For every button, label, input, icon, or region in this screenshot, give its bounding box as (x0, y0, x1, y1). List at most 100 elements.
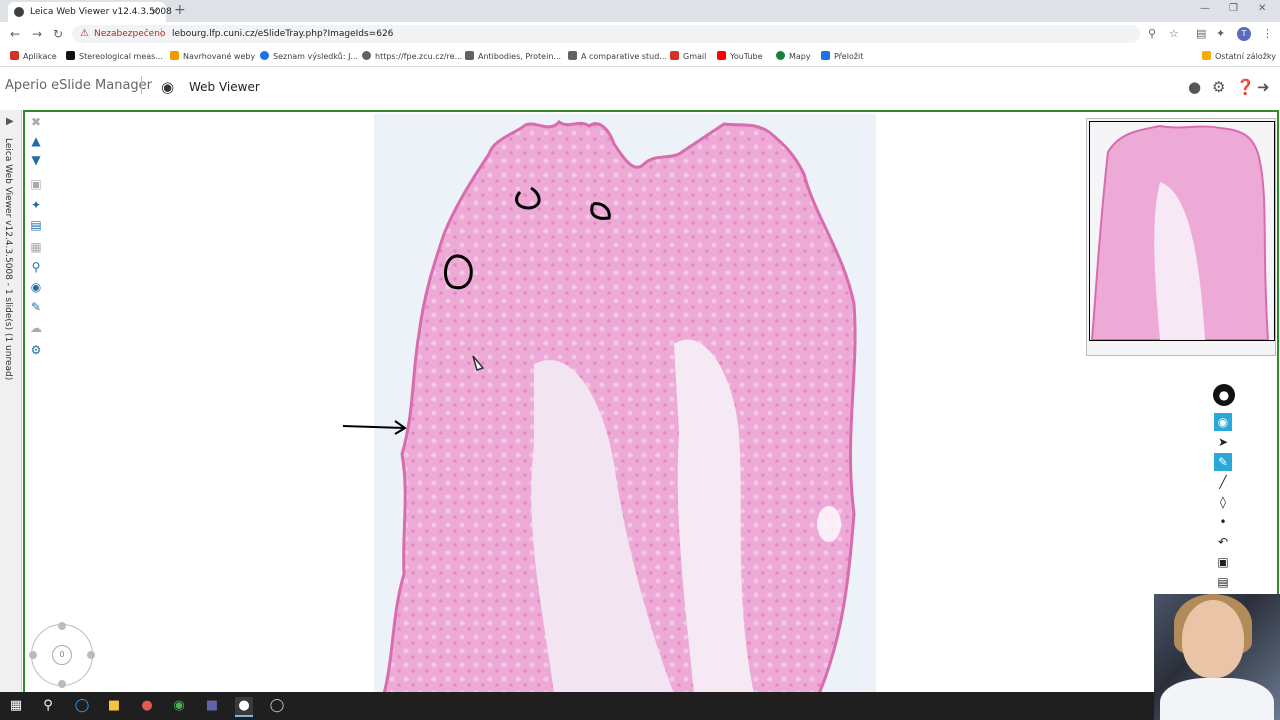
bookmark-item[interactable]: Přeložit (821, 51, 863, 61)
file-explorer-icon[interactable]: ■ (105, 697, 123, 715)
pan-left-button[interactable] (29, 651, 37, 659)
eye-icon: ◉ (161, 78, 175, 96)
reload-icon[interactable]: ↻ (53, 27, 63, 41)
folder-icon (1202, 51, 1211, 60)
bookmark-item[interactable]: Seznam výsledků: J... (260, 51, 358, 61)
forward-icon[interactable]: → (32, 27, 42, 41)
comment-icon[interactable]: ☁ (28, 320, 44, 336)
back-icon[interactable]: ← (10, 27, 20, 41)
help-icon[interactable]: ❓ (1236, 78, 1255, 96)
app-header: Aperio eSlide Manager ◉ Web Viewer ● ⚙ ❓… (0, 67, 1280, 109)
search-icon[interactable]: ⚲ (39, 697, 57, 715)
bookmark-item[interactable]: YouTube (717, 51, 763, 61)
pencil-icon[interactable]: ✎ (28, 299, 44, 315)
camera-icon[interactable]: ◉ (28, 279, 44, 295)
eraser-tool-icon[interactable]: ◊ (1214, 493, 1232, 511)
close-window-icon[interactable]: ✕ (1258, 3, 1266, 14)
dot-tool-icon[interactable]: • (1214, 513, 1232, 531)
address-bar: ← → ↻ ⚠ Nezabezpečeno | lebourg.lfp.cuni… (0, 22, 1280, 47)
chrome-icon[interactable]: ◉ (170, 697, 188, 715)
arrow-down-icon[interactable]: ▼ (28, 152, 44, 168)
security-label[interactable]: Nezabezpečeno (94, 29, 165, 39)
new-tab-button[interactable]: + (174, 2, 186, 18)
favicon-icon (14, 7, 24, 17)
bookmark-item[interactable]: Antibodies, Protein... (465, 51, 561, 61)
annotation-circle[interactable] (590, 202, 611, 220)
menu-icon[interactable]: ⋮ (1262, 27, 1273, 40)
url-text[interactable]: lebourg.lfp.cuni.cz/eSlideTray.php?Image… (172, 29, 393, 39)
compass-center[interactable]: 0 (52, 645, 72, 665)
edge-icon[interactable]: ◯ (73, 697, 91, 715)
zoom-icon[interactable]: ⚲ (1148, 27, 1156, 40)
pan-compass[interactable]: 0 (29, 622, 95, 688)
taskbar: ▦ ⚲ ◯ ■ ● ◉ ■ ● ◯ (0, 692, 1154, 720)
bookmark-item[interactable]: Mapy (776, 51, 811, 61)
restore-icon[interactable]: ❐ (1229, 3, 1238, 14)
trash-icon[interactable]: ▣ (1214, 553, 1232, 571)
header-divider (141, 76, 142, 94)
profile-avatar[interactable]: T (1237, 27, 1251, 41)
leica-taskbar-icon[interactable]: ● (235, 697, 253, 717)
leica-logo-icon: ● (1213, 384, 1235, 406)
users-icon[interactable]: ● (1188, 78, 1201, 96)
pan-down-button[interactable] (58, 680, 66, 688)
pen-tool-icon[interactable]: ✎ (1214, 453, 1232, 471)
eye-tool-icon[interactable]: ◉ (1214, 413, 1232, 431)
expand-icon[interactable]: ▶ (6, 116, 14, 127)
close-icon[interactable]: ✖ (28, 114, 44, 130)
bookmark-item[interactable]: Aplikace (10, 51, 57, 61)
viewer-version-label: Leica Web Viewer v12.4.3.5008 - 1 slide(… (3, 138, 13, 381)
url-field[interactable]: ⚠ Nezabezpečeno | lebourg.lfp.cuni.cz/eS… (72, 25, 1140, 43)
browser-tab[interactable]: Leica Web Viewer v12.4.3.5008 × (8, 2, 172, 22)
other-bookmarks[interactable]: Ostatní záložky (1202, 51, 1276, 61)
view-label: Web Viewer (189, 80, 260, 94)
app-icon[interactable]: ● (138, 697, 156, 715)
bookmarks-bar: Aplikace Stereological meas... Navrhovan… (0, 46, 1280, 67)
layers-icon[interactable]: ▤ (28, 217, 44, 233)
pan-up-button[interactable] (58, 622, 66, 630)
maps-icon (776, 51, 785, 60)
layout-icon[interactable]: ▣ (28, 176, 44, 192)
magnifier-icon[interactable]: ⚲ (28, 259, 44, 275)
annotation-arrow[interactable] (342, 425, 406, 429)
bookmark-icon (260, 51, 269, 60)
gear-icon[interactable]: ⚙ (1212, 78, 1225, 96)
arrow-up-icon[interactable]: ▲ (28, 133, 44, 149)
extensions-icon[interactable]: ✦ (1216, 27, 1225, 40)
gmail-icon (670, 51, 679, 60)
minimize-icon[interactable]: — (1200, 3, 1210, 14)
obs-icon[interactable]: ◯ (268, 697, 286, 715)
reading-list-icon[interactable]: ▤ (1196, 27, 1206, 40)
slide-thumbnail[interactable] (1086, 118, 1276, 356)
bookmark-item[interactable]: https://fpe.zcu.cz/re... (362, 51, 462, 61)
line-tool-icon[interactable]: ╱ (1214, 473, 1232, 491)
webcam-overlay (1154, 594, 1280, 720)
compare-icon[interactable]: ▦ (28, 239, 44, 255)
bookmark-item[interactable]: Navrhované weby (170, 51, 255, 61)
apps-icon (10, 51, 19, 60)
slide-viewer[interactable]: 0 (23, 110, 1279, 694)
pan-right-button[interactable] (87, 651, 95, 659)
logout-icon[interactable]: ➜ (1257, 78, 1270, 96)
bookmark-item[interactable]: Stereological meas... (66, 51, 163, 61)
close-tab-icon[interactable]: × (151, 5, 160, 18)
undo-icon[interactable]: ↶ (1214, 533, 1232, 551)
translate-icon (821, 51, 830, 60)
thumbnail-viewport[interactable] (1089, 121, 1275, 341)
browser-tab-bar: Leica Web Viewer v12.4.3.5008 × + — ❐ ✕ (0, 0, 1280, 22)
bookmark-item[interactable]: A comparative stud... (568, 51, 667, 61)
annotation-circle[interactable] (444, 254, 473, 290)
settings-icon[interactable]: ⚙ (28, 342, 44, 358)
teams-icon[interactable]: ■ (203, 697, 221, 715)
print-icon[interactable]: ▤ (1214, 573, 1232, 591)
annotation-circle[interactable] (515, 186, 541, 210)
windows-start-icon[interactable]: ▦ (7, 697, 25, 715)
pin-icon[interactable]: ✦ (28, 197, 44, 213)
slide-tray-tab[interactable]: ▶ Leica Web Viewer v12.4.3.5008 - 1 slid… (0, 110, 22, 692)
bookmark-item[interactable]: Gmail (670, 51, 706, 61)
star-icon[interactable]: ☆ (1169, 27, 1179, 40)
presenter-face (1182, 600, 1244, 678)
brand-title[interactable]: Aperio eSlide Manager (5, 78, 152, 93)
pointer-tool-icon[interactable]: ➤ (1214, 433, 1232, 451)
cursor-icon (472, 355, 485, 371)
